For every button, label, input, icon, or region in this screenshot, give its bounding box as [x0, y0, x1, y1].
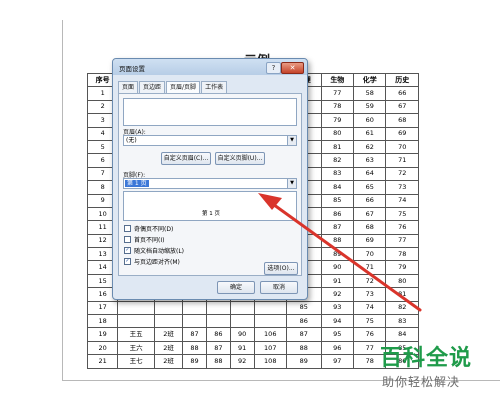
- watermark-subtitle: 助你轻松解决: [382, 375, 461, 389]
- arrow-shaft: [268, 200, 422, 312]
- watermark-logo: 百科全说: [380, 346, 473, 371]
